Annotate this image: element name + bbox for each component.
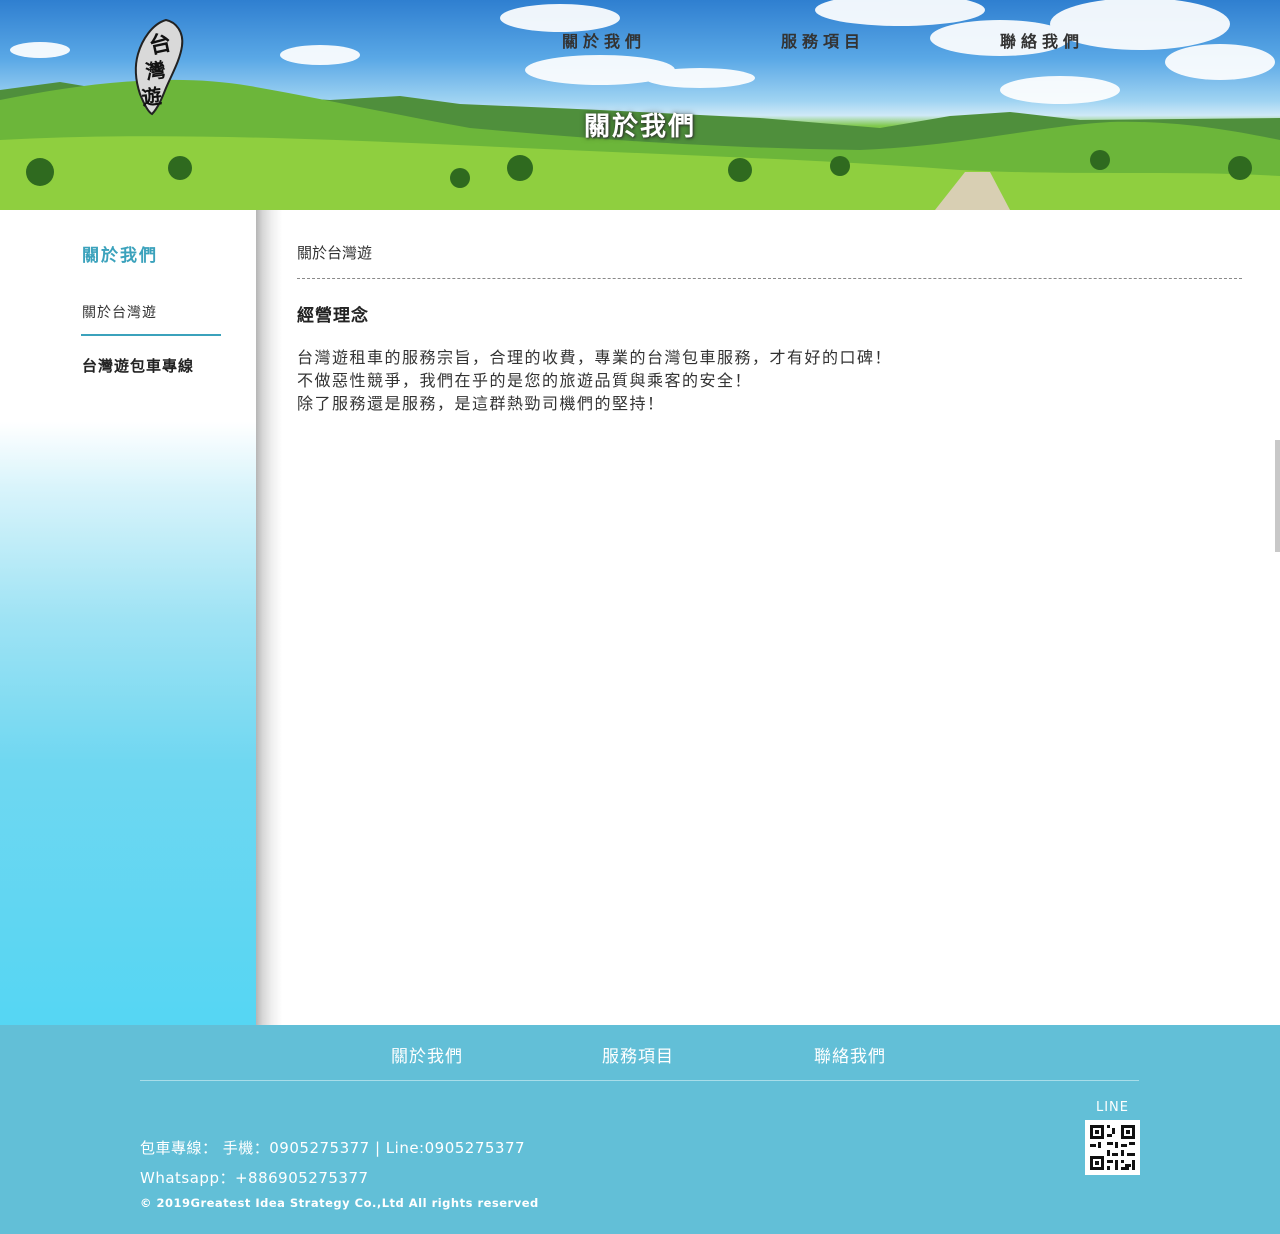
sidebar-title: 關於我們: [82, 246, 158, 266]
footer-divider: [140, 1080, 1139, 1081]
footer-nav-contact[interactable]: 聯絡我們: [814, 1042, 886, 1067]
scrollbar-thumb[interactable]: [1275, 440, 1280, 552]
qr-code-icon: [1090, 1125, 1135, 1170]
footer-nav-about[interactable]: 關於我們: [391, 1042, 463, 1067]
nav-contact[interactable]: 聯絡我們: [1000, 28, 1084, 52]
svg-text:灣: 灣: [144, 57, 167, 84]
sidebar-shadow: [256, 210, 282, 1025]
section-title: 經營理念: [297, 306, 369, 326]
footer-nav-services[interactable]: 服務項目: [602, 1042, 674, 1067]
line-label: LINE: [1095, 1100, 1129, 1115]
body-text: 台灣遊租車的服務宗旨，合理的收費，專業的台灣包車服務，才有好的口碑！ 不做惡性競…: [297, 346, 1242, 415]
page-title: 關於我們: [583, 112, 696, 142]
hero-banner: 台 灣 遊 關於我們 服務項目 聯絡我們 關於我們: [0, 0, 1280, 210]
sidebar-item-about-taiwan-tour[interactable]: 關於台灣遊: [82, 302, 157, 322]
sidebar-item-charter-hotline[interactable]: 台灣遊包車專線: [82, 355, 194, 376]
sidebar: [0, 210, 256, 1025]
paragraph: 除了服務還是服務，是這群熱勁司機們的堅持！: [297, 394, 665, 413]
paragraph: 不做惡性競爭，我們在乎的是您的旅遊品質與乘客的安全！: [297, 371, 753, 390]
nav-about[interactable]: 關於我們: [562, 28, 646, 52]
contact-line: 包車專線： 手機：0905275377 | Line:0905275377: [140, 1139, 526, 1157]
line-qr-code[interactable]: [1085, 1120, 1140, 1175]
footer: 關於我們 服務項目 聯絡我們 包車專線： 手機：0905275377 | Lin…: [0, 1025, 1280, 1234]
paragraph: 台灣遊租車的服務宗旨，合理的收費，專業的台灣包車服務，才有好的口碑！: [297, 348, 893, 367]
copyright: © 2019Greatest Idea Strategy Co.,Ltd All…: [140, 1196, 539, 1210]
nav-services[interactable]: 服務項目: [781, 28, 865, 52]
breadcrumb: 關於台灣遊: [297, 244, 373, 262]
sidebar-active-underline: [81, 334, 221, 336]
dashed-divider: [297, 278, 1242, 279]
top-navigation: 關於我們 服務項目 聯絡我們: [0, 28, 1280, 52]
whatsapp-line: Whatsapp：+886905275377: [140, 1169, 369, 1187]
